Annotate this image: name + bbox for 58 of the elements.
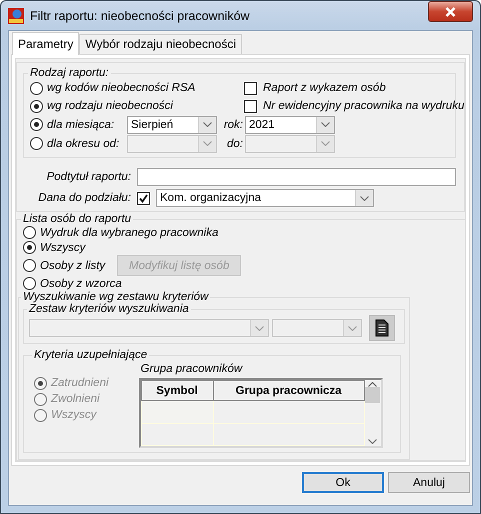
chevron-down-icon — [203, 141, 212, 146]
group-legend: Lista osób do raportu — [21, 213, 134, 225]
dropdown[interactable]: Sierpień — [127, 116, 217, 134]
subtitle-field[interactable] — [137, 168, 456, 186]
checkbox-label: Nr ewidencyjny pracownika na wydruku — [263, 100, 464, 112]
radio-button[interactable] — [23, 241, 36, 254]
radio-button[interactable] — [30, 100, 43, 112]
field-label: rok: — [222, 118, 244, 130]
checkbox[interactable] — [244, 82, 257, 94]
chevron-up-icon — [368, 382, 378, 387]
radio-label: Wszyscy — [40, 242, 86, 254]
chevron-down-icon — [368, 439, 378, 444]
radio-label: Wydruk dla wybranego pracownika — [40, 226, 218, 238]
radio-button[interactable] — [23, 277, 36, 290]
radio-button[interactable] — [30, 82, 43, 94]
field-label: Podtytuł raportu: — [46, 171, 131, 183]
dropdown[interactable]: 2021 — [245, 116, 335, 134]
group-legend: Rodzaj raportu: — [28, 67, 111, 79]
radio-label: Zwolnieni — [51, 393, 100, 405]
dropdown[interactable]: Kom. organizacyjna — [156, 189, 374, 207]
radio-label: wg kodów nieobecności RSA — [47, 82, 196, 94]
radio-label: dla miesiąca: — [47, 118, 114, 130]
radio-button[interactable] — [23, 259, 36, 272]
radio-button[interactable] — [30, 137, 43, 150]
close-button[interactable] — [428, 1, 473, 22]
radio-label: Osoby z wzorca — [40, 278, 122, 290]
chevron-down-icon — [321, 141, 330, 146]
checkbox[interactable] — [137, 192, 150, 204]
checkbox[interactable] — [244, 100, 257, 112]
app-icon — [8, 8, 24, 24]
tab[interactable]: Wybór rodzaju nieobecności — [79, 34, 242, 54]
dialog-button[interactable]: Ok — [302, 472, 384, 493]
group-legend: Kryteria uzupełniające — [32, 349, 150, 361]
tab[interactable]: Parametry — [12, 32, 80, 55]
chevron-down-icon — [321, 122, 330, 127]
document-button[interactable] — [369, 315, 395, 341]
radio-label: dla okresu od: — [47, 138, 120, 150]
checkbox-label: Raport z wykazem osób — [263, 82, 386, 94]
radio-button[interactable] — [23, 226, 36, 239]
group-legend: Zestaw kryteriów wyszukiwania — [27, 303, 191, 315]
radio-label: wg rodzaju nieobecności — [47, 100, 173, 112]
window-title: Filtr raportu: nieobecności pracowników — [30, 8, 250, 22]
radio-label: Wszyscy — [51, 409, 96, 421]
chevron-down-icon — [348, 326, 357, 330]
chevron-down-icon — [203, 122, 212, 127]
document-icon — [375, 319, 389, 337]
field-label: Dana do podziału: — [37, 192, 131, 204]
radio-label: Zatrudnieni — [51, 377, 109, 389]
table-title: Grupa pracowników — [140, 363, 244, 375]
chevron-down-icon — [360, 196, 369, 200]
group-legend: Wyszukiwanie wg zestawu kryteriów — [21, 291, 210, 303]
field-label: do: — [226, 138, 244, 150]
close-icon — [445, 6, 456, 16]
chevron-down-icon — [255, 326, 264, 330]
dialog-button[interactable]: Anuluj — [388, 472, 470, 493]
scrollbar[interactable] — [364, 380, 381, 446]
radio-button[interactable] — [30, 118, 43, 131]
radio-label: Osoby z listy — [40, 260, 106, 272]
